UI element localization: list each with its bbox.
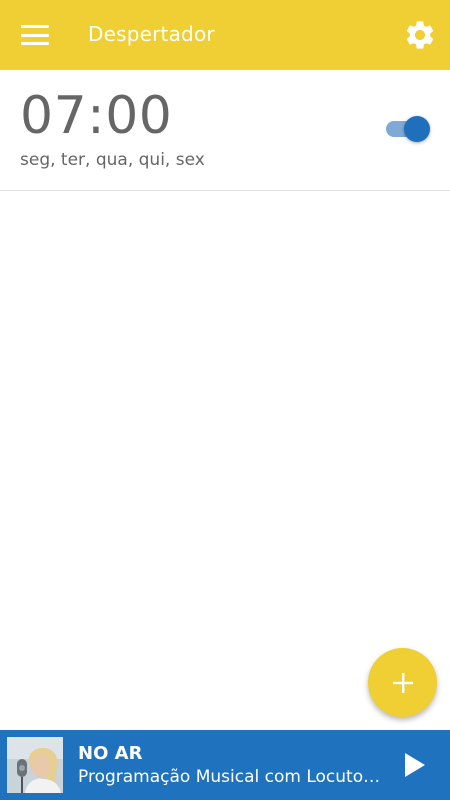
player-bar[interactable]: NO AR Programação Musical com Locutor Vi… [0,730,450,800]
plus-icon [392,672,413,693]
alarm-toggle[interactable] [384,116,432,144]
player-program-title: Programação Musical com Locutor Virtual [78,767,383,787]
alarm-days: seg, ter, qua, qui, sex [20,150,205,170]
alarm-item[interactable]: 07:00 seg, ter, qua, qui, sex [0,70,450,191]
player-status: NO AR [78,743,143,764]
app-bar: Despertador [0,0,450,70]
hamburger-menu-icon[interactable] [18,22,52,48]
presenter-thumbnail [7,737,63,793]
play-icon[interactable] [400,750,430,780]
page-title: Despertador [88,22,215,46]
gear-icon[interactable] [403,18,437,52]
add-alarm-button[interactable] [368,648,437,717]
toggle-thumb [404,116,430,142]
alarm-time: 07:00 [20,86,173,146]
